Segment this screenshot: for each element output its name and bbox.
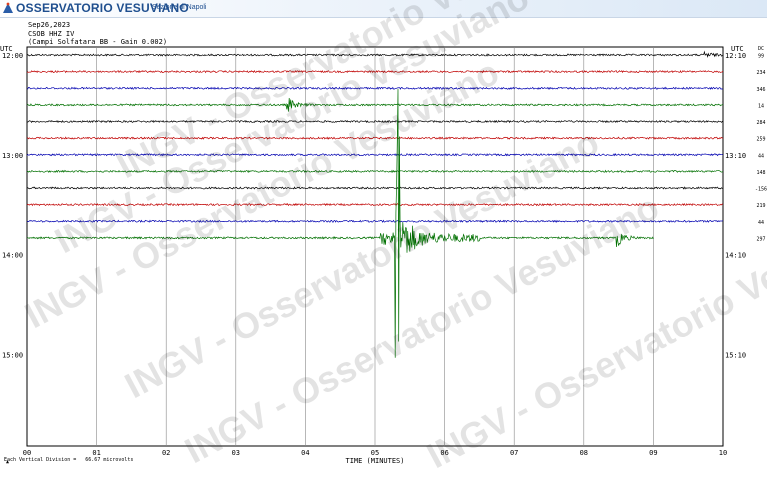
dc-value: 259 bbox=[756, 137, 765, 143]
vertical-division-note: Each Vertical Division = 66.67 microvolt… bbox=[4, 457, 134, 463]
right-time-label: 13:10 bbox=[725, 152, 746, 160]
helicorder-chart: 00 01 02 03 04 05 06 07 08 09 10TIME (MINUTES)UTC U… bbox=[0, 45, 767, 465]
trace-row-11 bbox=[26, 88, 654, 358]
x-tick-label: 01 bbox=[92, 449, 100, 457]
dc-value: 297 bbox=[756, 236, 765, 242]
dc-value: 346 bbox=[756, 87, 765, 93]
x-tick-label: 06 bbox=[440, 449, 448, 457]
dc-value: 44 bbox=[758, 153, 764, 159]
dc-value: 284 bbox=[756, 120, 765, 126]
x-tick-label: 05 bbox=[371, 449, 379, 457]
x-tick-label: 10 bbox=[719, 449, 727, 457]
dc-value: 99 bbox=[758, 54, 764, 60]
dc-value: 234 bbox=[756, 70, 765, 76]
dc-value: -156 bbox=[755, 187, 767, 193]
right-time-label: 15:10 bbox=[725, 351, 746, 359]
left-time-label: 13:00 bbox=[2, 152, 23, 160]
left-time-label: 12:00 bbox=[2, 52, 23, 60]
dc-value: 219 bbox=[756, 203, 765, 209]
dc-header: DC bbox=[758, 46, 764, 52]
right-time-label: 14:10 bbox=[725, 252, 746, 260]
x-tick-label: 00 bbox=[23, 449, 31, 457]
left-time-label: 14:00 bbox=[2, 252, 23, 260]
x-tick-label: 08 bbox=[580, 449, 588, 457]
right-time-label: 12:10 bbox=[725, 52, 746, 60]
x-tick-label: 03 bbox=[232, 449, 240, 457]
x-tick-label: 02 bbox=[162, 449, 170, 457]
x-axis-label: TIME (MINUTES) bbox=[345, 457, 404, 465]
x-tick-label: 09 bbox=[649, 449, 657, 457]
dc-value: 44 bbox=[758, 220, 764, 226]
dc-value: 14 bbox=[758, 103, 764, 109]
x-tick-label: 07 bbox=[510, 449, 518, 457]
left-time-label: 15:00 bbox=[2, 351, 23, 359]
dc-value: 148 bbox=[756, 170, 765, 176]
x-tick-label: 04 bbox=[301, 449, 309, 457]
